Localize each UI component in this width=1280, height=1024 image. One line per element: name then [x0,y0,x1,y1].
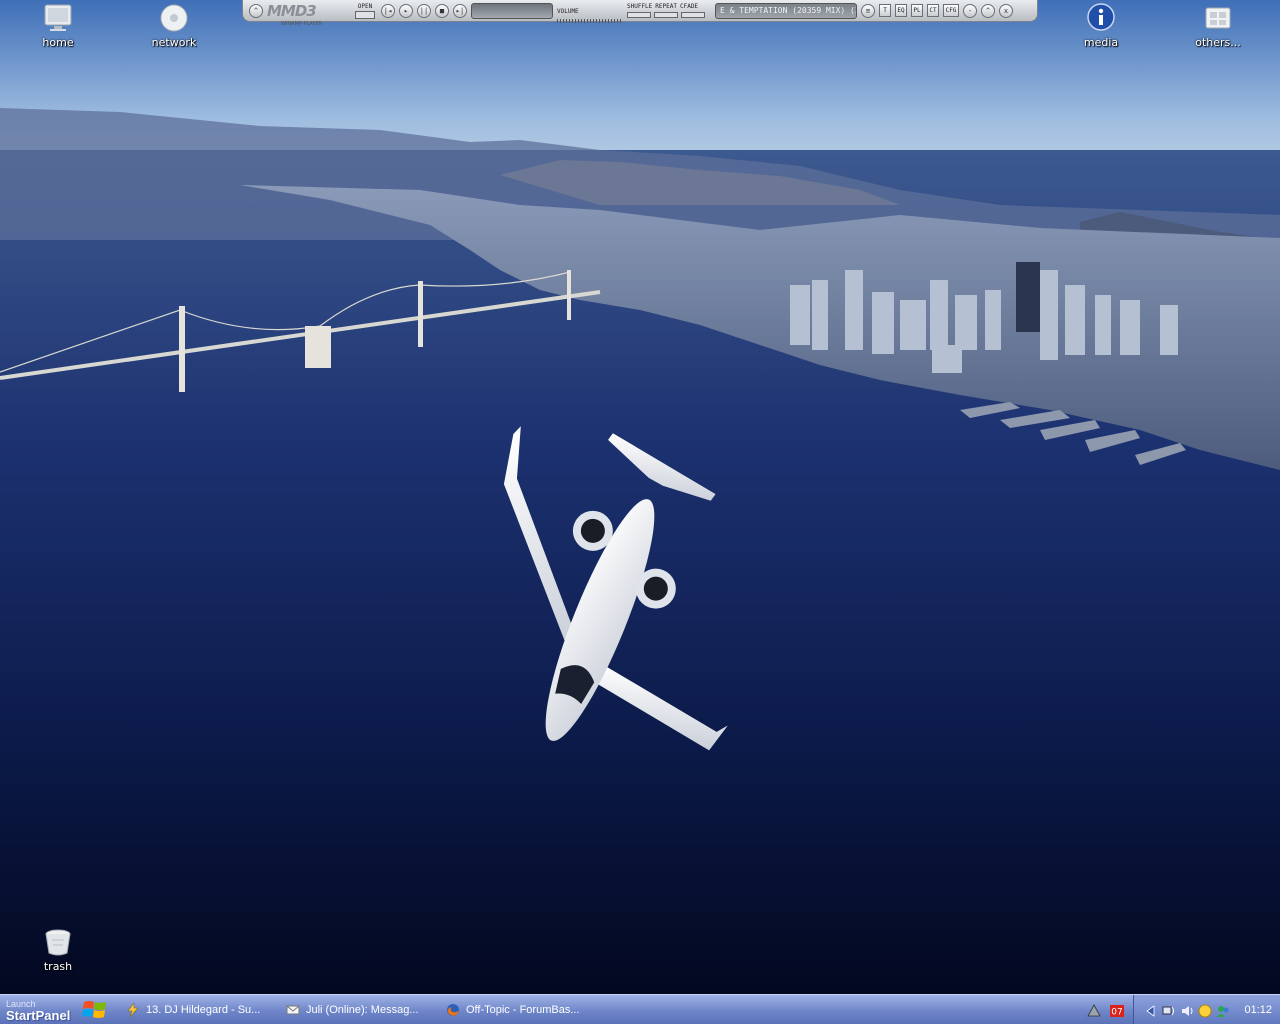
next-track-button[interactable]: ▸| [453,3,467,18]
player-options-button[interactable]: ≡ [861,3,875,18]
taskbar-button-winamp[interactable]: 13. DJ Hildegard - Su... [120,998,278,1022]
monitor-icon [42,2,74,34]
cfade-label: CFADE [679,3,699,10]
network-disc-icon [158,2,190,34]
taskbar-button-label: Juli (Online): Messag... [306,1003,419,1016]
winamp-lightning-icon [126,1001,140,1017]
volume-slider[interactable]: VOLUME [557,0,623,23]
svg-text:07: 07 [1112,1007,1123,1017]
play-button[interactable]: ▸ [399,3,413,18]
antivirus-tray-icon[interactable]: 07 [1109,1003,1125,1017]
firefox-icon [446,1003,460,1017]
equalizer-button[interactable]: EQ [895,4,907,17]
desktop-icon-network[interactable]: network [129,2,219,49]
desktop-icon-media[interactable]: media [1056,2,1146,49]
windows-logo-icon [82,998,108,1022]
repeat-label: REPEAT [655,3,677,10]
taskbar-button-label: 13. DJ Hildegard - Su... [146,1003,261,1016]
desktop-icon-others[interactable]: others... [1173,2,1263,49]
shuffle-toggle[interactable] [627,12,651,18]
player-menu-button[interactable]: ^ [249,3,263,18]
desktop-icon-label: trash [43,960,73,973]
desktop-wallpaper [0,0,1280,994]
message-envelope-icon [286,1003,300,1017]
shade-button[interactable]: ^ [981,3,995,18]
desktop-icon-label: network [151,36,197,49]
minimize-button[interactable]: - [963,3,977,18]
taskbar-clock: 01:12 [1244,1003,1272,1016]
ct-button[interactable]: CT [927,4,939,17]
player-open-button[interactable]: OPEN [353,3,377,19]
volume-tray-icon[interactable] [1180,1003,1194,1017]
desktop-icon-trash[interactable]: trash [13,926,103,973]
taskbar-button-messenger[interactable]: Juli (Online): Messag... [280,998,438,1022]
song-title-ticker: E & TEMPTATION (20359 MIX) (2:12) [715,2,857,19]
winamp-player[interactable]: ^ MMD3 WINAMP-PLAYER OPEN |◂ ▸ || ■ ▸| V… [242,0,1038,27]
desktop-icon-label: media [1083,36,1119,49]
network-tray-icon[interactable] [1087,1003,1102,1017]
config-button[interactable]: CFG [943,4,959,17]
previous-track-button[interactable]: |◂ [381,3,395,18]
player-open-label: OPEN [357,2,373,10]
stop-button[interactable]: ■ [435,3,449,18]
close-button[interactable]: x [999,3,1013,18]
player-time-display [471,2,553,19]
taskbar-button-label: Off-Topic - ForumBas... [466,1003,580,1016]
system-tray: 07 01:12 [1077,994,1280,1024]
toggle-t-button[interactable]: T [879,4,891,17]
status-tray-icon[interactable] [1198,1003,1212,1017]
repeat-toggle[interactable] [654,12,678,18]
desktop-icon-label: home [42,36,74,49]
start-title-label: StartPanel [6,1007,71,1023]
playback-mode-toggles: SHUFFLE REPEAT CFADE [627,3,711,18]
trash-icon [42,926,74,958]
connection-tray-icon[interactable] [1162,1003,1176,1017]
player-logo: MMD3 WINAMP-PLAYER [267,3,349,27]
start-panel-button[interactable]: Launch StartPanel [0,995,118,1024]
crossfade-toggle[interactable] [681,12,705,18]
playlist-button[interactable]: PL [911,4,923,17]
volume-label: VOLUME [557,8,579,15]
desktop-icon-home[interactable]: home [13,2,103,49]
desktop-icon-label: others... [1195,36,1241,49]
messenger-tray-icon[interactable] [1216,1003,1230,1017]
player-subtitle: WINAMP-PLAYER [281,20,323,27]
taskbar: Launch StartPanel 13. DJ Hildegard - Su.… [0,994,1280,1024]
info-icon [1085,2,1117,34]
taskbar-button-firefox[interactable]: Off-Topic - ForumBas... [440,998,598,1022]
pause-button[interactable]: || [417,3,431,18]
tray-collapse-arrow-icon[interactable] [1144,1003,1158,1017]
windows-folder-icon [1202,2,1234,34]
shuffle-label: SHUFFLE [627,3,653,10]
